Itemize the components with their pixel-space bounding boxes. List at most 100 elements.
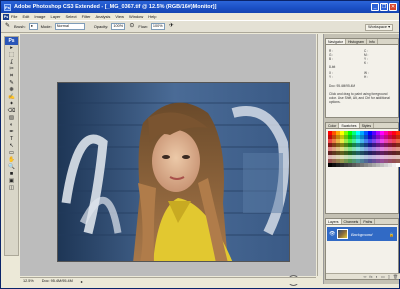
info-b: B :: [329, 57, 333, 61]
mode-select[interactable]: Normal: [54, 23, 85, 30]
swatch-grid[interactable]: [328, 131, 400, 167]
document-image[interactable]: [57, 82, 290, 262]
workspace-button[interactable]: Workspace ▾: [365, 24, 393, 31]
status-bar: 12.5% Doc: 95.4M/95.4M ▸: [20, 277, 316, 284]
type-tool-icon[interactable]: T: [5, 136, 18, 143]
zoom-level[interactable]: 12.5%: [23, 279, 34, 283]
color-swatch[interactable]: [396, 163, 400, 167]
photoshop-app-icon: Ps: [4, 3, 11, 11]
ps-logo-icon: Ps: [3, 13, 9, 20]
clone-stamp-tool-icon[interactable]: ✍: [5, 94, 18, 101]
layers-panel-tabs: Layers Channels Paths: [326, 219, 398, 225]
delete-layer-icon[interactable]: 🗑: [393, 274, 398, 279]
window-title: Adobe Photoshop CS3 Extended - [_MG_0367…: [14, 4, 217, 10]
crop-tool-icon[interactable]: ✂: [5, 66, 18, 73]
menu-view[interactable]: View: [115, 14, 124, 19]
photoshop-window: Ps Adobe Photoshop CS3 Extended - [_MG_0…: [0, 0, 400, 289]
close-button[interactable]: ✕: [389, 3, 397, 11]
menu-window[interactable]: Window: [129, 14, 143, 19]
menu-edit[interactable]: Edit: [22, 14, 29, 19]
dodge-tool-icon[interactable]: ◐: [5, 122, 18, 129]
color-swatch-icon[interactable]: ■: [5, 171, 18, 178]
tab-swatches[interactable]: Swatches: [339, 123, 360, 128]
new-layer-icon[interactable]: ▯: [388, 274, 390, 279]
pen-tool-icon[interactable]: ✒: [5, 129, 18, 136]
tab-histogram[interactable]: Histogram: [346, 39, 367, 44]
menu-bar: Ps File Edit Image Layer Select Filter A…: [1, 13, 399, 20]
move-tool-icon[interactable]: ▸: [5, 45, 18, 52]
menu-select[interactable]: Select: [66, 14, 77, 19]
swatches-panel: Color Swatches Styles: [325, 122, 400, 214]
info-y-coord: Y :: [329, 75, 333, 79]
info-doc-size: Doc: 95.4M/95.4M: [329, 84, 356, 88]
hand-tool-icon[interactable]: ✋: [5, 157, 18, 164]
document-size: Doc: 95.4M/95.4M: [41, 279, 73, 283]
tab-paths[interactable]: Paths: [361, 219, 376, 224]
title-bar: Ps Adobe Photoshop CS3 Extended - [_MG_0…: [1, 1, 399, 13]
opacity-field[interactable]: 100%: [111, 23, 126, 30]
layer-thumbnail: [337, 229, 348, 239]
info-help-text: Click and drag to paint using foreground…: [329, 92, 390, 104]
caption-buttons: _ ❐ ✕: [371, 3, 397, 11]
portrait-photo: [58, 83, 289, 261]
shape-tool-icon[interactable]: ▭: [5, 150, 18, 157]
minimize-button[interactable]: _: [371, 3, 379, 11]
flow-label: Flow:: [138, 24, 148, 29]
status-menu-arrow-icon[interactable]: ▸: [81, 279, 83, 284]
brush-label: Brush:: [14, 24, 26, 29]
info-h: H :: [364, 75, 369, 79]
vertical-scrollbar[interactable]: [317, 34, 322, 276]
eye-icon[interactable]: 👁: [329, 231, 335, 237]
lock-icon: 🔒: [389, 231, 394, 237]
link-layers-icon[interactable]: ∞: [364, 274, 367, 279]
marquee-tool-icon[interactable]: ⬚: [5, 52, 18, 59]
brush-tool-icon[interactable]: ✎: [4, 23, 11, 30]
zoom-tool-icon[interactable]: 🔍: [5, 164, 18, 171]
info-bitdepth: 8-bit: [329, 65, 336, 69]
gradient-tool-icon[interactable]: ▨: [5, 115, 18, 122]
menu-help[interactable]: Help: [148, 14, 156, 19]
adjustment-layer-icon[interactable]: ◐: [376, 274, 378, 279]
layers-footer: ∞ fx ◐ ▭ ▯ 🗑: [326, 273, 400, 279]
path-selection-tool-icon[interactable]: ↖: [5, 143, 18, 150]
airbrush-icon[interactable]: ✈: [168, 23, 175, 30]
navigator-panel: Navigator Histogram Info R : G : B : C :…: [325, 38, 399, 118]
layers-panel: Layers Channels Paths 👁 Background 🔒 ∞ f…: [325, 218, 400, 280]
history-brush-tool-icon[interactable]: ✦: [5, 101, 18, 108]
mode-label: Mode:: [40, 24, 52, 29]
lasso-tool-icon[interactable]: ʆ: [5, 59, 18, 66]
menu-filter[interactable]: Filter: [82, 14, 91, 19]
brush-picker[interactable]: ●: [28, 23, 38, 30]
new-group-icon[interactable]: ▭: [381, 274, 385, 279]
opacity-label: Opacity:: [93, 24, 109, 29]
screen-mode-icon[interactable]: ◫: [5, 185, 18, 192]
menu-file[interactable]: File: [11, 14, 17, 19]
tab-navigator[interactable]: Navigator: [326, 39, 346, 44]
quick-mask-icon[interactable]: ▣: [5, 178, 18, 185]
toolbox: Ps ▸ ⬚ ʆ ✂ ⌗ ✎ ❋ ✍ ✦ ⌫ ▨ ◐ ✒ T ↖ ▭ ✋ 🔍 ■…: [4, 36, 19, 256]
panel-dock: Navigator Histogram Info R : G : B : C :…: [323, 34, 400, 284]
toolbox-header: Ps: [5, 37, 18, 45]
tab-color[interactable]: Color: [326, 123, 340, 128]
navigator-panel-tabs: Navigator Histogram Info: [326, 39, 398, 45]
info-k: K :: [364, 61, 368, 65]
tab-styles[interactable]: Styles: [360, 123, 375, 128]
flow-field[interactable]: 100%: [150, 23, 165, 30]
menu-analysis[interactable]: Analysis: [96, 14, 111, 19]
tab-info[interactable]: Info: [367, 39, 378, 44]
layer-style-icon[interactable]: fx: [369, 274, 372, 279]
slice-tool-icon[interactable]: ⌗: [5, 73, 18, 80]
layer-row-background[interactable]: 👁 Background 🔒: [327, 227, 397, 241]
canvas-workspace[interactable]: [20, 34, 316, 286]
menu-layer[interactable]: Layer: [50, 14, 60, 19]
menu-image[interactable]: Image: [34, 14, 45, 19]
pressure-opacity-icon[interactable]: ⊙: [128, 23, 135, 30]
eraser-tool-icon[interactable]: ⌫: [5, 108, 18, 115]
healing-tool-icon[interactable]: ❋: [5, 87, 18, 94]
tab-layers[interactable]: Layers: [326, 219, 342, 224]
options-bar: ✎ Brush: ● Mode: Normal Opacity: 100% ⊙ …: [1, 20, 399, 33]
maximize-button[interactable]: ❐: [380, 3, 388, 11]
swatches-panel-tabs: Color Swatches Styles: [326, 123, 398, 129]
tab-channels[interactable]: Channels: [342, 219, 362, 224]
brush-tool-icon[interactable]: ✎: [5, 80, 18, 87]
